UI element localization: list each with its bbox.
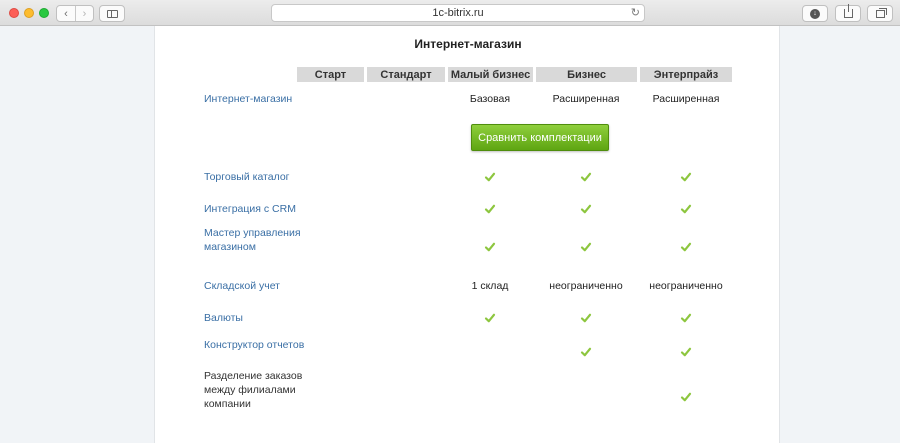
address-url: 1c-bitrix.ru xyxy=(432,7,484,19)
row-label[interactable]: Мастер управления магазином xyxy=(204,226,314,254)
column-header-small-business: Малый бизнес xyxy=(448,67,533,82)
column-header-start: Старт xyxy=(297,67,364,82)
share-icon xyxy=(843,4,853,18)
table-cell-value: 1 склад xyxy=(471,280,509,292)
table-cell-value: Базовая xyxy=(469,93,511,105)
minimize-window-button[interactable] xyxy=(24,8,34,18)
table-cell-value: неограниченно xyxy=(549,280,623,292)
column-header-standard: Стандарт xyxy=(367,67,445,82)
checkmark-icon xyxy=(680,346,692,358)
checkmark-icon xyxy=(580,346,592,358)
reload-icon[interactable]: ↻ xyxy=(631,6,640,19)
table-cell-value: неограниченно xyxy=(649,280,723,292)
column-header-business: Бизнес xyxy=(536,67,637,82)
column-header-enterprise: Энтерпрайз xyxy=(640,67,732,82)
row-label[interactable]: Конструктор отчетов xyxy=(204,338,314,352)
checkmark-icon xyxy=(680,241,692,253)
checkmark-icon xyxy=(484,171,496,183)
navigation-buttons: ‹ › xyxy=(56,5,94,22)
row-label: Разделение заказов между филиалами компа… xyxy=(204,370,303,410)
zoom-window-button[interactable] xyxy=(39,8,49,18)
downloads-button[interactable]: ↓ xyxy=(802,5,828,22)
checkmark-icon xyxy=(680,391,692,403)
browser-toolbar: ‹ › 1c-bitrix.ru ↻ ↓ xyxy=(0,0,900,26)
table-cell-value: Расширенная xyxy=(652,93,720,105)
table-cell-value: Расширенная xyxy=(552,93,620,105)
download-icon: ↓ xyxy=(810,8,820,19)
compare-editions-button[interactable]: Сравнить комплектации xyxy=(471,124,609,151)
row-label[interactable]: Валюты xyxy=(204,311,314,325)
tabs-overview-button[interactable] xyxy=(867,5,893,22)
forward-icon[interactable]: › xyxy=(75,6,93,21)
page-title: Интернет-магазин xyxy=(414,37,522,51)
close-window-button[interactable] xyxy=(9,8,19,18)
row-label[interactable]: Складской учет xyxy=(204,279,314,293)
checkmark-icon xyxy=(580,312,592,324)
checkmark-icon xyxy=(580,241,592,253)
share-button[interactable] xyxy=(835,4,861,22)
checkmark-icon xyxy=(580,203,592,215)
checkmark-icon xyxy=(680,312,692,324)
checkmark-icon xyxy=(484,312,496,324)
checkmark-icon xyxy=(484,203,496,215)
checkmark-icon xyxy=(580,171,592,183)
sidebar-icon xyxy=(106,9,118,18)
row-label[interactable]: Интернет-магазин xyxy=(204,92,314,106)
checkmark-icon xyxy=(680,203,692,215)
row-label[interactable]: Торговый каталог xyxy=(204,170,314,184)
checkmark-icon xyxy=(484,241,496,253)
back-icon[interactable]: ‹ xyxy=(57,6,75,21)
address-bar[interactable]: 1c-bitrix.ru ↻ xyxy=(271,4,645,22)
page-content: Интернет-магазин Старт Стандарт Малый би… xyxy=(154,26,780,443)
checkmark-icon xyxy=(680,171,692,183)
sidebar-toggle-button[interactable] xyxy=(99,5,125,22)
row-label[interactable]: Интеграция с CRM xyxy=(204,202,314,216)
tabs-icon xyxy=(875,7,887,18)
